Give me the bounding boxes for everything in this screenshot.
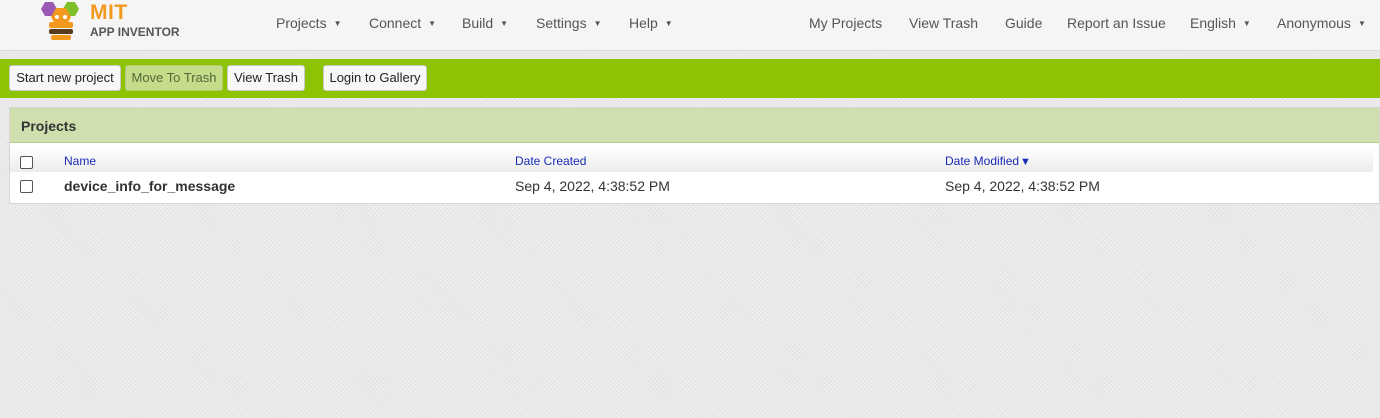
chevron-down-icon: ▼ bbox=[593, 19, 602, 28]
nav-help-menu[interactable]: Help ▼ bbox=[629, 15, 673, 31]
nav-guide-link[interactable]: Guide bbox=[1005, 15, 1042, 31]
nav-connect-menu[interactable]: Connect ▼ bbox=[369, 15, 436, 31]
chevron-down-icon: ▼ bbox=[333, 19, 342, 28]
logo-app-inventor-text: APP INVENTOR bbox=[90, 25, 180, 39]
nav-projects-menu[interactable]: Projects ▼ bbox=[276, 15, 342, 31]
nav-report-issue-link[interactable]: Report an Issue bbox=[1067, 15, 1166, 31]
move-to-trash-button[interactable]: Move To Trash bbox=[125, 65, 223, 91]
nav-account-label: Anonymous bbox=[1277, 15, 1351, 31]
projects-panel-header: Projects bbox=[10, 108, 1379, 143]
nav-language-menu[interactable]: English ▼ bbox=[1190, 15, 1251, 31]
date-modified-label: Date Modified bbox=[945, 154, 1020, 168]
date-modified-cell: Sep 4, 2022, 4:38:52 PM bbox=[945, 178, 1100, 194]
chevron-down-icon: ▼ bbox=[664, 19, 673, 28]
nav-projects-label: Projects bbox=[276, 15, 327, 31]
nav-connect-label: Connect bbox=[369, 15, 422, 31]
app-inventor-logo[interactable]: MIT APP INVENTOR bbox=[36, 0, 186, 46]
column-header-name[interactable]: Name bbox=[64, 154, 96, 168]
nav-view-trash-link[interactable]: View Trash bbox=[909, 15, 978, 31]
nav-my-projects-link[interactable]: My Projects bbox=[809, 15, 882, 31]
panel-title: Projects bbox=[21, 118, 77, 134]
chevron-down-icon: ▼ bbox=[1357, 19, 1366, 28]
sort-descending-icon: ▼ bbox=[1020, 156, 1031, 168]
project-toolbar: Start new project Move To Trash View Tra… bbox=[0, 59, 1380, 98]
nav-settings-menu[interactable]: Settings ▼ bbox=[536, 15, 602, 31]
chevron-down-icon: ▼ bbox=[428, 19, 437, 28]
chevron-down-icon: ▼ bbox=[500, 19, 509, 28]
login-to-gallery-button[interactable]: Login to Gallery bbox=[323, 65, 427, 91]
nav-settings-label: Settings bbox=[536, 15, 587, 31]
date-created-cell: Sep 4, 2022, 4:38:52 PM bbox=[515, 178, 670, 194]
row-checkbox[interactable] bbox=[20, 180, 33, 193]
nav-build-label: Build bbox=[462, 15, 494, 31]
logo-bee-icon bbox=[41, 2, 79, 40]
nav-help-label: Help bbox=[629, 15, 658, 31]
nav-build-menu[interactable]: Build ▼ bbox=[462, 15, 508, 31]
view-trash-button[interactable]: View Trash bbox=[227, 65, 305, 91]
table-header-row bbox=[10, 147, 1373, 172]
column-header-date-modified[interactable]: Date Modified▼ bbox=[945, 154, 1031, 168]
project-name-link[interactable]: device_info_for_message bbox=[64, 178, 235, 194]
top-header: MIT APP INVENTOR Projects ▼ Connect ▼ Buil… bbox=[0, 0, 1380, 51]
start-new-project-button[interactable]: Start new project bbox=[9, 65, 121, 91]
select-all-checkbox[interactable] bbox=[20, 156, 33, 169]
projects-panel: Projects Name Date Created Date Modified… bbox=[9, 107, 1380, 204]
nav-language-label: English bbox=[1190, 15, 1236, 31]
logo-mit-text: MIT bbox=[90, 1, 128, 24]
column-header-date-created[interactable]: Date Created bbox=[515, 154, 586, 168]
nav-account-menu[interactable]: Anonymous ▼ bbox=[1277, 15, 1366, 31]
chevron-down-icon: ▼ bbox=[1242, 19, 1251, 28]
